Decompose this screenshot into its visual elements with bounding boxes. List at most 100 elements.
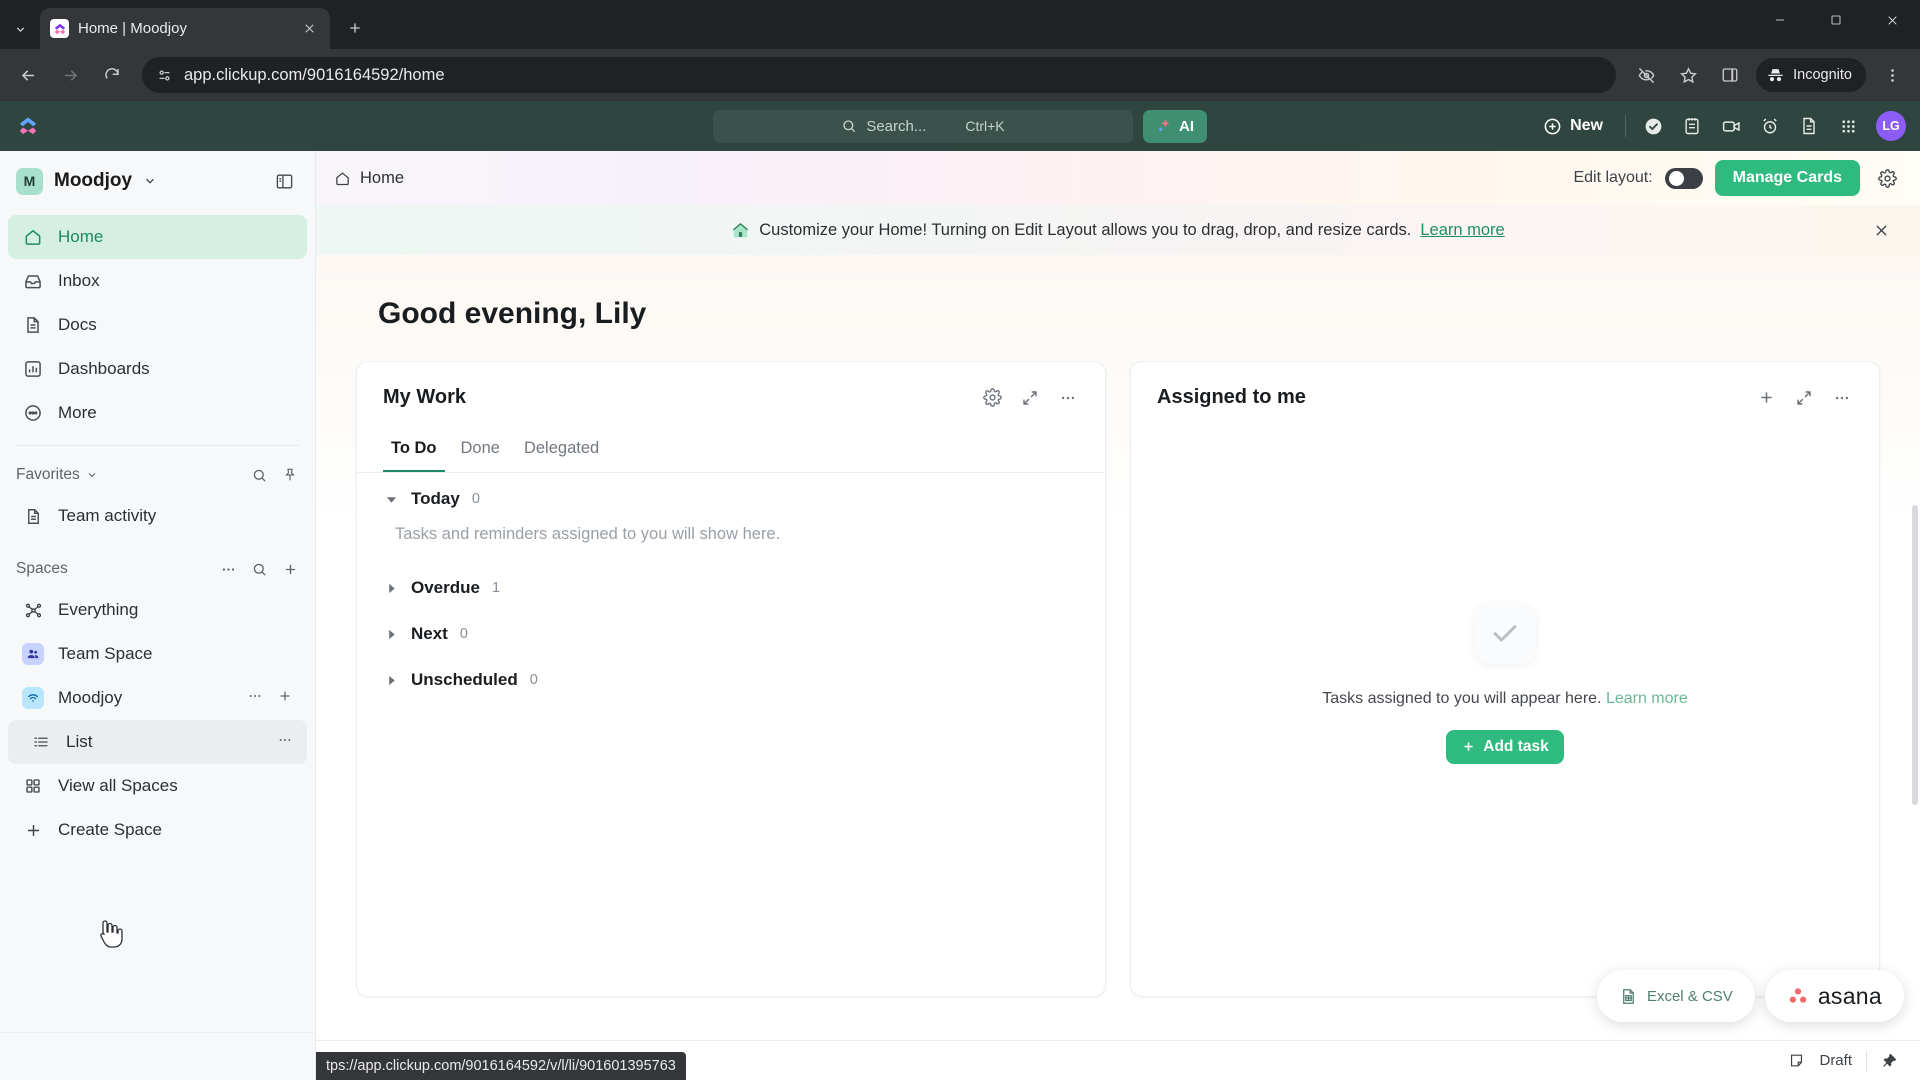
search-icon[interactable] — [250, 560, 268, 578]
space-item-everything[interactable]: Everything — [8, 588, 307, 632]
favorite-item-team-activity[interactable]: Team activity — [8, 494, 307, 538]
space-item-moodjoy[interactable]: Moodjoy — [8, 676, 307, 720]
sidebar-item-home[interactable]: Home — [8, 215, 307, 259]
window-maximize-button[interactable] — [1808, 0, 1864, 40]
empty-state-text: Tasks assigned to you will appear here. — [1322, 689, 1602, 707]
alarm-clock-icon[interactable] — [1753, 109, 1787, 143]
browser-toolbar: app.clickup.com/9016164592/home Incognit… — [0, 49, 1920, 101]
task-check-icon[interactable] — [1636, 109, 1670, 143]
side-panel-icon[interactable] — [1710, 55, 1750, 95]
site-settings-icon[interactable] — [156, 67, 173, 84]
task-group-next[interactable]: Next 0 — [357, 598, 1105, 644]
card-title: My Work — [383, 386, 466, 408]
space-item-list[interactable]: List — [8, 720, 307, 764]
docs-icon — [22, 314, 44, 336]
search-input[interactable]: Search... Ctrl+K — [713, 109, 1133, 143]
sidebar-toggle-icon[interactable] — [269, 166, 299, 196]
plus-icon[interactable] — [1755, 387, 1777, 409]
tab-done[interactable]: Done — [453, 439, 508, 472]
sidebar-item-inbox[interactable]: Inbox — [8, 259, 307, 303]
task-group-count: 0 — [471, 491, 480, 507]
home-content: Good evening, Lily My Work To Do Done De… — [316, 255, 1920, 1040]
search-icon[interactable] — [250, 466, 268, 484]
eye-slash-icon[interactable] — [1626, 55, 1666, 95]
gear-icon[interactable] — [1872, 163, 1902, 193]
docs-icon — [22, 505, 44, 527]
task-group-overdue[interactable]: Overdue 1 — [357, 544, 1105, 598]
address-bar[interactable]: app.clickup.com/9016164592/home — [142, 57, 1617, 93]
add-task-button[interactable]: Add task — [1446, 729, 1564, 764]
plus-icon[interactable] — [281, 560, 299, 578]
chevron-right-icon[interactable] — [383, 583, 399, 594]
tab-to-do[interactable]: To Do — [383, 439, 445, 472]
space-item-team-space[interactable]: Team Space — [8, 632, 307, 676]
pin-icon[interactable] — [1881, 1052, 1898, 1069]
app-top-bar: Search... Ctrl+K AI New LG — [0, 101, 1920, 151]
vertical-scrollbar[interactable] — [1912, 505, 1918, 805]
breadcrumb[interactable]: Home — [334, 169, 404, 188]
tab-search-chevron-icon[interactable] — [6, 9, 34, 49]
tab-delegated[interactable]: Delegated — [516, 439, 607, 472]
plus-icon[interactable] — [277, 688, 293, 709]
task-group-today[interactable]: Today 0 — [357, 473, 1105, 509]
empty-state-learn-more-link[interactable]: Learn more — [1606, 690, 1688, 707]
chevron-right-icon[interactable] — [383, 675, 399, 686]
window-close-button[interactable] — [1864, 0, 1920, 40]
reload-icon[interactable] — [92, 55, 132, 95]
kebab-menu-icon[interactable] — [1872, 55, 1912, 95]
chevron-down-icon[interactable] — [383, 494, 399, 505]
edit-layout-label: Edit layout: — [1573, 169, 1653, 186]
edit-layout-toggle[interactable] — [1664, 167, 1703, 189]
sidebar-item-dashboards[interactable]: Dashboards — [8, 347, 307, 391]
ellipsis-icon[interactable] — [219, 560, 237, 578]
new-tab-button[interactable] — [338, 11, 372, 45]
import-asana-button[interactable]: asana — [1764, 970, 1904, 1022]
view-all-spaces-button[interactable]: View all Spaces — [8, 764, 307, 808]
gear-icon[interactable] — [981, 387, 1003, 409]
ellipsis-icon[interactable] — [1831, 387, 1853, 409]
sidebar-item-more[interactable]: More — [8, 391, 307, 435]
import-excel-csv-button[interactable]: Excel & CSV — [1596, 970, 1755, 1022]
back-arrow-icon[interactable] — [8, 55, 48, 95]
ellipsis-icon[interactable] — [247, 688, 263, 709]
workspace-badge: M — [16, 167, 43, 195]
ellipsis-icon[interactable] — [277, 732, 293, 753]
workspace-switcher[interactable]: M Moodjoy — [0, 151, 315, 211]
space-item-actions — [247, 688, 293, 709]
draft-label[interactable]: Draft — [1819, 1052, 1852, 1069]
spaces-section-header: Spaces — [0, 550, 315, 588]
favorites-section-header[interactable]: Favorites — [0, 456, 315, 494]
window-minimize-button[interactable] — [1752, 0, 1808, 40]
task-group-count: 0 — [459, 626, 468, 642]
browser-tab[interactable]: Home | Moodjoy — [40, 8, 330, 49]
create-space-button[interactable]: Create Space — [8, 808, 307, 852]
star-icon[interactable] — [1668, 55, 1708, 95]
video-camera-icon[interactable] — [1714, 109, 1748, 143]
user-avatar[interactable]: LG — [1876, 111, 1906, 141]
ellipsis-icon[interactable] — [1057, 387, 1079, 409]
chevron-right-icon[interactable] — [383, 629, 399, 640]
clickup-logo-icon[interactable] — [14, 112, 42, 140]
sidebar-item-docs[interactable]: Docs — [8, 303, 307, 347]
pin-icon[interactable] — [281, 466, 299, 484]
ai-button[interactable]: AI — [1143, 109, 1207, 143]
manage-cards-button[interactable]: Manage Cards — [1714, 160, 1860, 196]
incognito-label: Incognito — [1793, 67, 1852, 83]
banner-close-icon[interactable] — [1868, 217, 1894, 243]
task-group-unscheduled[interactable]: Unscheduled 0 — [357, 644, 1105, 690]
incognito-indicator[interactable]: Incognito — [1756, 58, 1866, 92]
expand-icon[interactable] — [1793, 387, 1815, 409]
new-button[interactable]: New — [1531, 110, 1615, 143]
apps-grid-icon[interactable] — [1831, 109, 1865, 143]
clickup-favicon — [50, 19, 69, 38]
status-divider — [1866, 1050, 1867, 1071]
notepad-icon[interactable] — [1675, 109, 1709, 143]
expand-icon[interactable] — [1019, 387, 1041, 409]
tab-close-icon[interactable] — [298, 18, 320, 40]
banner-learn-more-link[interactable]: Learn more — [1420, 221, 1504, 240]
sidebar-item-label: Docs — [58, 315, 97, 334]
workspace-name: Moodjoy — [54, 170, 133, 191]
document-icon[interactable] — [1792, 109, 1826, 143]
ai-label: AI — [1179, 117, 1194, 135]
house-icon — [731, 221, 750, 240]
